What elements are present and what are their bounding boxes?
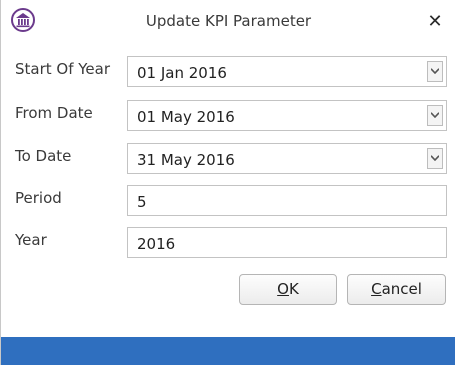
cancel-accelerator: C	[371, 280, 382, 298]
from-date-value: 01 May 2016	[137, 108, 235, 126]
ok-label-rest: K	[288, 280, 299, 298]
start-of-year-label: Start Of Year	[15, 60, 111, 78]
to-date-label: To Date	[15, 147, 72, 165]
to-date-value: 31 May 2016	[137, 151, 235, 169]
close-icon: ✕	[427, 11, 443, 32]
chevron-down-icon	[431, 155, 439, 161]
chevron-down-icon	[431, 68, 439, 74]
status-bar	[1, 337, 455, 365]
year-value: 2016	[137, 235, 176, 253]
title-bar: Update KPI Parameter ✕	[1, 0, 455, 40]
to-date-dropdown-button[interactable]	[427, 148, 443, 169]
ok-button[interactable]: OK	[239, 274, 337, 305]
to-date-dropdown[interactable]: 31 May 2016	[127, 143, 447, 174]
update-kpi-dialog: Update KPI Parameter ✕ Start Of Year 01 …	[0, 0, 455, 365]
start-of-year-value: 01 Jan 2016	[137, 64, 227, 82]
period-input[interactable]: 5	[127, 185, 447, 216]
chevron-down-icon	[431, 112, 439, 118]
start-of-year-dropdown-button[interactable]	[427, 61, 443, 82]
start-of-year-dropdown[interactable]: 01 Jan 2016	[127, 56, 447, 87]
year-input[interactable]: 2016	[127, 227, 447, 258]
year-label: Year	[15, 231, 47, 249]
from-date-label: From Date	[15, 104, 93, 122]
cancel-label-rest: ancel	[381, 280, 422, 298]
cancel-button[interactable]: Cancel	[347, 274, 446, 305]
period-label: Period	[15, 189, 62, 207]
close-button[interactable]: ✕	[425, 12, 445, 32]
period-value: 5	[137, 193, 147, 211]
from-date-dropdown-button[interactable]	[427, 105, 443, 126]
ok-accelerator: O	[277, 280, 289, 298]
dialog-title: Update KPI Parameter	[145, 12, 312, 30]
from-date-dropdown[interactable]: 01 May 2016	[127, 100, 447, 131]
